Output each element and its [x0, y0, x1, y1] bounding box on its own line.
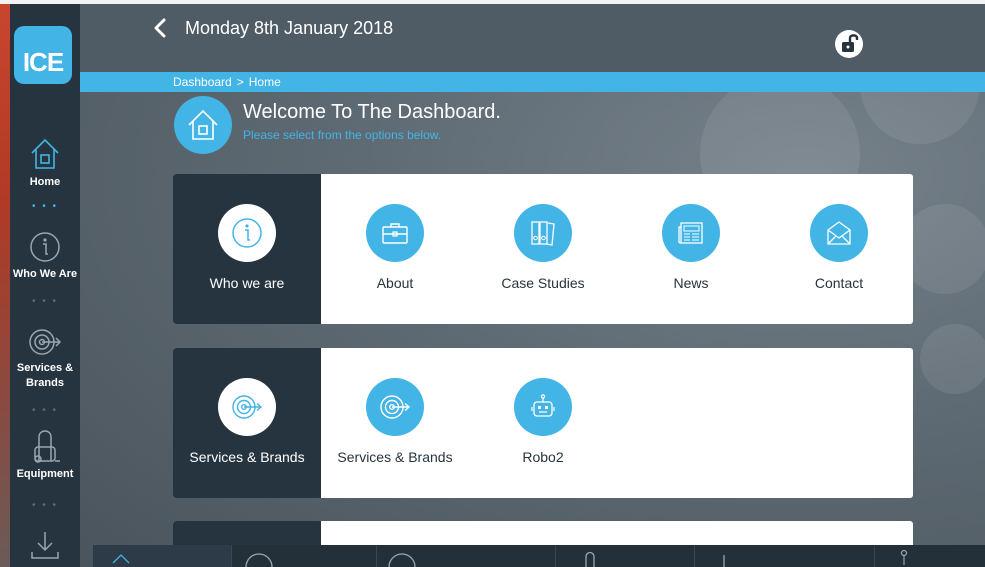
sidebar-item-who-we-are[interactable]: Who We Are: [10, 231, 80, 282]
vacuum-icon: [585, 551, 595, 567]
download-icon: [31, 532, 59, 559]
breadcrumb-home: Home: [248, 75, 281, 89]
info-icon: [30, 232, 60, 262]
breadcrumb-separator: >: [236, 75, 244, 89]
unlock-icon: [842, 34, 859, 52]
breadcrumb: Dashboard > Home: [80, 72, 985, 92]
vacuum-icon: [34, 430, 60, 463]
envelope-icon: [827, 221, 851, 245]
sidebar-divider: • • •: [31, 500, 59, 511]
bottom-tab-who-we-are[interactable]: [232, 545, 377, 567]
sidebar-item-services-brands[interactable]: Services & Brands: [10, 327, 80, 391]
breadcrumb-dashboard[interactable]: Dashboard: [173, 75, 232, 89]
home-icon: [112, 554, 130, 564]
left-edge-background: [0, 4, 10, 567]
page-subtitle: Please select from the options below.: [243, 128, 442, 142]
about-option[interactable]: About: [321, 174, 469, 324]
case-studies-option[interactable]: Case Studies: [469, 174, 617, 324]
download-icon: [723, 555, 725, 567]
sidebar-divider: • • •: [31, 201, 59, 212]
case-studies-label: Case Studies: [501, 275, 585, 291]
target-icon: [232, 395, 263, 419]
ice-logo[interactable]: ICE: [14, 26, 72, 84]
info-icon: [245, 553, 273, 567]
services-brands-card: Services & Brands Services & Brands Robo: [173, 348, 913, 498]
lock-button[interactable]: [835, 30, 863, 58]
who-we-are-card: Who we are About Case Studies News Conta…: [173, 174, 913, 324]
sidebar: ICE Home • • • Who We Are • • • Services…: [10, 4, 80, 567]
home-icon: [31, 138, 59, 169]
sidebar-item-label: Home: [29, 176, 61, 188]
sidebar-item-download[interactable]: [10, 530, 80, 560]
robo2-label: Robo2: [522, 449, 564, 465]
services-brands-lead-label: Services & Brands: [189, 449, 305, 465]
sidebar-item-label: Equipment: [16, 468, 74, 480]
contact-label: Contact: [814, 275, 864, 291]
news-label: News: [673, 275, 709, 291]
services-brands-label: Services & Brands: [337, 449, 453, 465]
date-title: Monday 8th January 2018: [185, 18, 394, 38]
news-option[interactable]: News: [617, 174, 765, 324]
sidebar-item-home[interactable]: Home: [10, 137, 80, 190]
who-we-are-lead[interactable]: Who we are: [173, 174, 321, 324]
services-brands-lead[interactable]: Services & Brands: [173, 348, 321, 498]
newspaper-icon: [678, 222, 703, 244]
sidebar-divider: • • •: [31, 405, 59, 416]
back-icon[interactable]: [152, 18, 168, 38]
bottom-tab-download[interactable]: [695, 545, 875, 567]
bottom-tab-robo[interactable]: [875, 545, 985, 567]
sidebar-item-label: Who We Are: [12, 268, 78, 280]
sidebar-item-label: Services & Brands: [16, 362, 74, 389]
info-icon: [232, 218, 262, 248]
bottom-quick-bar: [93, 545, 985, 567]
contact-option[interactable]: Contact: [765, 174, 913, 324]
bottom-tab-equipment[interactable]: [556, 545, 695, 567]
about-label: About: [376, 275, 414, 291]
welcome-home-icon: [174, 96, 232, 154]
services-brands-option[interactable]: Services & Brands: [321, 348, 469, 498]
page-title: Welcome To The Dashboard.: [243, 101, 501, 123]
bottom-tab-services[interactable]: [377, 545, 556, 567]
robot-icon: [900, 549, 908, 565]
bottom-tab-home[interactable]: [93, 545, 232, 567]
target-icon: [29, 329, 62, 355]
binders-icon: [531, 221, 555, 246]
sidebar-divider: • • •: [31, 296, 59, 307]
target-icon: [388, 553, 416, 567]
header: Monday 8th January 2018: [80, 4, 985, 72]
target-icon: [380, 395, 411, 419]
robo2-option[interactable]: Robo2: [469, 348, 617, 498]
robot-icon: [531, 394, 555, 417]
briefcase-icon: [382, 223, 408, 244]
sidebar-item-equipment[interactable]: Equipment: [10, 423, 80, 482]
who-we-are-label: Who we are: [209, 275, 285, 291]
